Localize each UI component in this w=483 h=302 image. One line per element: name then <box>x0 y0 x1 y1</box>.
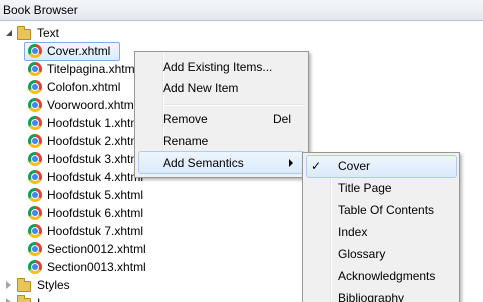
html-file-icon <box>28 260 42 274</box>
tree-file-label: Hoofdstuk 2.xhtml <box>47 134 144 148</box>
menu-item-label: Table Of Contents <box>338 203 435 217</box>
semantics-submenu: ✓ Cover Title Page Table Of Contents Ind… <box>302 152 460 302</box>
tree-file-label: Hoofdstuk 1.xhtml <box>47 116 144 130</box>
tree-file-label: Hoofdstuk 6.xhtml <box>47 206 144 220</box>
tree-file-label: Hoofdstuk 4.xhtml <box>47 170 144 184</box>
checkmark-icon: ✓ <box>311 155 325 177</box>
tree-file-hoofdstuk-4[interactable]: Hoofdstuk 4.xhtml <box>47 168 143 186</box>
tree-file-hoofdstuk-6[interactable]: Hoofdstuk 6.xhtml <box>47 204 143 222</box>
semantics-item-acknowledgments[interactable]: Acknowledgments <box>338 265 453 287</box>
menu-item-label: Add New Item <box>163 81 239 95</box>
menu-item-label: Cover <box>338 159 371 173</box>
semantics-item-glossary[interactable]: Glossary <box>338 243 453 265</box>
tree-file-section0012[interactable]: Section0012.xhtml <box>47 240 146 258</box>
book-browser-panel: Book Browser Text Cover.xhtml Titelpagin… <box>0 0 483 302</box>
menu-item-shortcut: Del <box>273 112 292 126</box>
tree-file-label: Cover.xhtml <box>47 44 111 58</box>
tree-file-label: Hoofdstuk 5.xhtml <box>47 188 144 202</box>
tree-file-label: Section0013.xhtml <box>47 260 146 274</box>
menu-item-label: Glossary <box>338 247 386 261</box>
tree-folder-text[interactable]: Text <box>37 24 59 42</box>
tree-folder-next[interactable]: I <box>37 294 40 302</box>
html-file-icon <box>28 98 42 112</box>
menu-item-label: Add Existing Items... <box>163 60 273 74</box>
semantics-item-cover[interactable]: Cover <box>338 155 453 177</box>
html-file-icon <box>28 62 42 76</box>
collapse-arrow-icon[interactable] <box>6 298 11 302</box>
menu-item-label: Rename <box>163 134 209 148</box>
tree-file-titelpagina[interactable]: Titelpagina.xhtml <box>47 60 137 78</box>
tree-file-voorwoord[interactable]: Voorwoord.xhtml <box>47 96 136 114</box>
html-file-icon <box>28 206 42 220</box>
menu-item-label: Index <box>338 225 368 239</box>
context-menu: Add Existing Items... Add New Item Remov… <box>134 51 309 178</box>
html-file-icon <box>28 242 42 256</box>
checkmark-glyph: ✓ <box>311 159 322 173</box>
tree-file-hoofdstuk-3[interactable]: Hoofdstuk 3.xhtml <box>47 150 143 168</box>
html-file-icon <box>28 170 42 184</box>
html-file-icon <box>28 80 42 94</box>
html-file-icon <box>28 188 42 202</box>
html-file-icon <box>28 44 42 58</box>
menu-item-add-new[interactable]: Add New Item <box>163 77 303 99</box>
menu-separator <box>164 104 305 106</box>
tree-folder-label: I <box>37 296 40 302</box>
tree-folder-label: Styles <box>37 278 70 292</box>
expand-arrow-icon[interactable] <box>6 30 12 36</box>
menu-item-add-existing[interactable]: Add Existing Items... <box>163 56 303 78</box>
tree-file-label: Hoofdstuk 3.xhtml <box>47 152 144 166</box>
menu-item-remove[interactable]: Remove Del <box>163 108 303 130</box>
tree-file-cover[interactable]: Cover.xhtml <box>47 42 110 60</box>
panel-title: Book Browser <box>3 3 78 17</box>
semantics-item-toc[interactable]: Table Of Contents <box>338 199 453 221</box>
tree-file-hoofdstuk-1[interactable]: Hoofdstuk 1.xhtml <box>47 114 143 132</box>
html-file-icon <box>28 152 42 166</box>
tree-file-hoofdstuk-5[interactable]: Hoofdstuk 5.xhtml <box>47 186 143 204</box>
menu-item-add-semantics[interactable]: Add Semantics <box>163 152 303 174</box>
folder-icon <box>17 295 31 302</box>
semantics-item-index[interactable]: Index <box>338 221 453 243</box>
tree-file-label: Hoofdstuk 7.xhtml <box>47 224 144 238</box>
html-file-icon <box>28 224 42 238</box>
menu-item-label: Title Page <box>338 181 392 195</box>
semantics-item-title-page[interactable]: Title Page <box>338 177 453 199</box>
folder-icon <box>17 278 31 292</box>
tree-folder-label: Text <box>37 26 60 40</box>
tree-file-label: Colofon.xhtml <box>47 80 121 94</box>
semantics-item-bibliography[interactable]: Bibliography <box>338 287 453 302</box>
tree-file-hoofdstuk-7[interactable]: Hoofdstuk 7.xhtml <box>47 222 143 240</box>
tree-file-colofon[interactable]: Colofon.xhtml <box>47 78 120 96</box>
submenu-arrow-icon <box>289 159 293 167</box>
tree-file-label: Titelpagina.xhtml <box>47 62 138 76</box>
menu-item-label: Add Semantics <box>163 156 244 170</box>
tree-file-label: Section0012.xhtml <box>47 242 146 256</box>
html-file-icon <box>28 134 42 148</box>
tree-file-label: Voorwoord.xhtml <box>47 98 137 112</box>
folder-icon <box>17 26 31 40</box>
menu-item-label: Remove <box>163 112 208 126</box>
menu-item-label: Bibliography <box>338 291 405 302</box>
tree-file-hoofdstuk-2[interactable]: Hoofdstuk 2.xhtml <box>47 132 143 150</box>
tree-folder-styles[interactable]: Styles <box>37 276 70 294</box>
menu-item-label: Acknowledgments <box>338 269 436 283</box>
html-file-icon <box>28 116 42 130</box>
tree-file-section0013[interactable]: Section0013.xhtml <box>47 258 146 276</box>
collapse-arrow-icon[interactable] <box>6 281 11 289</box>
panel-titlebar: Book Browser <box>0 0 483 21</box>
menu-item-rename[interactable]: Rename <box>163 130 303 152</box>
